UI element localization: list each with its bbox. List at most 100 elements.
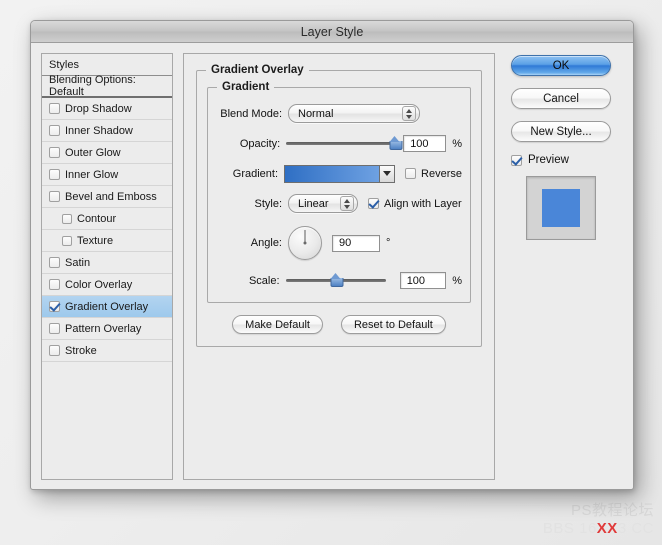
style-checkbox-inner-shadow[interactable] (49, 125, 60, 136)
chevron-updown-icon (340, 196, 354, 211)
styles-list-panel: Styles Blending Options: Default Drop Sh… (41, 53, 173, 480)
dialog-actions-column: OK Cancel New Style... Preview (505, 53, 617, 480)
gradient-dropdown-arrow[interactable] (379, 165, 395, 182)
gradient-preview-swatch[interactable] (285, 165, 380, 182)
gradient-row: Gradient: Reverse (216, 164, 462, 183)
blending-options-row[interactable]: Blending Options: Default (42, 74, 172, 98)
reverse-label: Reverse (421, 167, 462, 180)
opacity-row: Opacity: 100 % (216, 134, 462, 153)
style-row-label: Gradient Overlay (65, 300, 149, 313)
opacity-slider-track (286, 142, 396, 145)
scale-label: Scale: (248, 274, 280, 287)
default-buttons-row: Make Default Reset to Default (207, 315, 471, 334)
angle-value: 90 (339, 237, 352, 249)
opacity-value: 100 (410, 137, 429, 150)
reset-to-default-button[interactable]: Reset to Default (340, 315, 446, 334)
preview-checkbox-box[interactable] (511, 154, 522, 166)
style-row-drop-shadow[interactable]: Drop Shadow (42, 98, 172, 120)
style-row-stroke[interactable]: Stroke (42, 340, 172, 362)
opacity-input[interactable]: 100 (403, 135, 447, 152)
watermark-line-2-red: XX (596, 520, 618, 538)
gradient-label: Gradient: (232, 167, 279, 180)
ok-button[interactable]: OK (511, 55, 611, 76)
style-checkbox-texture[interactable] (62, 235, 72, 246)
style-checkbox-gradient-overlay[interactable] (49, 301, 60, 312)
style-row-satin[interactable]: Satin (42, 252, 172, 274)
styles-effect-rows: Drop Shadow Inner Shadow Outer Glow Inner G… (42, 98, 172, 362)
watermark: PS教程论坛 BBS 16XX3 CC (543, 502, 654, 540)
gradient-style-select[interactable]: Linear (288, 194, 358, 213)
make-default-button[interactable]: Make Default (232, 315, 323, 334)
page-title: Layer Style (300, 24, 364, 39)
blend-mode-row: Blend Mode: Normal (216, 104, 462, 123)
style-checkbox-bevel-and-emboss[interactable] (49, 191, 60, 202)
gradient-group-title: Gradient (217, 81, 275, 93)
style-checkbox-drop-shadow[interactable] (49, 103, 60, 114)
style-checkbox-satin[interactable] (49, 257, 60, 268)
preview-checkbox[interactable]: Preview (511, 154, 611, 166)
blend-mode-label: Blend Mode: (220, 107, 282, 120)
scale-slider[interactable] (285, 272, 386, 289)
styles-list-header[interactable]: Styles (42, 54, 172, 76)
opacity-slider-thumb[interactable] (389, 135, 403, 150)
opacity-slider[interactable] (286, 135, 403, 152)
opacity-label: Opacity: (239, 137, 281, 150)
style-row-label: Inner Shadow (65, 124, 133, 137)
angle-unit: ° (386, 237, 391, 249)
opacity-unit: % (452, 137, 462, 150)
style-row-color-overlay[interactable]: Color Overlay (42, 274, 172, 296)
scale-slider-thumb[interactable] (330, 272, 344, 287)
style-checkbox-pattern-overlay[interactable] (49, 323, 60, 334)
angle-dial[interactable] (288, 226, 322, 260)
style-row-label: Color Overlay (65, 278, 133, 291)
angle-dial-hub (303, 241, 307, 245)
style-checkbox-color-overlay[interactable] (49, 279, 60, 290)
style-checkbox-stroke[interactable] (49, 345, 60, 356)
gradient-overlay-group: Gradient Overlay Gradient Blend Mode: No… (196, 64, 482, 347)
gradient-group: Gradient Blend Mode: Normal Opacity: 100… (207, 81, 471, 303)
angle-input[interactable]: 90 (332, 234, 380, 252)
style-row-gradient-overlay[interactable]: Gradient Overlay (42, 296, 172, 318)
style-row-inner-glow[interactable]: Inner Glow (42, 164, 172, 186)
blending-options-label: Blending Options: Default (49, 74, 136, 98)
cancel-button[interactable]: Cancel (511, 88, 611, 109)
align-with-layer-checkbox[interactable]: Align with Layer (368, 198, 462, 210)
style-checkbox-inner-glow[interactable] (49, 169, 60, 180)
chevron-down-icon (383, 171, 392, 176)
style-row-label: Contour (77, 212, 117, 225)
new-style-button[interactable]: New Style... (511, 121, 611, 142)
gradient-overlay-options-panel: Gradient Overlay Gradient Blend Mode: No… (183, 53, 495, 480)
style-row-label: Satin (65, 256, 91, 269)
style-row-label: Texture (77, 234, 114, 247)
style-checkbox-outer-glow[interactable] (49, 147, 60, 158)
style-row-bevel-and-emboss[interactable]: Bevel and Emboss (42, 186, 172, 208)
scale-input[interactable]: 100 (399, 272, 447, 289)
blend-mode-value: Normal (298, 107, 334, 120)
style-row-contour[interactable]: Contour (42, 208, 172, 230)
watermark-line-2-suffix: 3 CC (617, 520, 654, 538)
dialog-body: Styles Blending Options: Default Drop Sh… (31, 43, 633, 489)
style-label: Style: (254, 197, 282, 210)
reverse-checkbox-box[interactable] (405, 168, 417, 179)
dialog-titlebar[interactable]: Layer Style (31, 21, 633, 43)
align-with-layer-checkbox-box[interactable] (368, 198, 379, 209)
scale-row: Scale: 100 % (216, 271, 462, 290)
gradient-picker[interactable] (284, 164, 396, 183)
reverse-checkbox[interactable]: Reverse (405, 168, 462, 180)
watermark-line-2-prefix: BBS 16 (542, 520, 597, 538)
style-row-pattern-overlay[interactable]: Pattern Overlay (42, 318, 172, 340)
angle-label: Angle: (250, 237, 282, 249)
style-checkbox-contour[interactable] (62, 213, 72, 224)
preview-square-shape (542, 189, 580, 227)
styles-header-label: Styles (49, 58, 79, 71)
preview-label: Preview (528, 154, 569, 166)
gradient-style-value: Linear (298, 197, 329, 210)
style-row-texture[interactable]: Texture (42, 230, 172, 252)
style-row-label: Inner Glow (65, 168, 119, 181)
style-row-inner-shadow[interactable]: Inner Shadow (42, 120, 172, 142)
align-with-layer-label: Align with Layer (384, 197, 462, 210)
gradient-overlay-group-title: Gradient Overlay (206, 64, 309, 76)
style-row-outer-glow[interactable]: Outer Glow (42, 142, 172, 164)
blend-mode-select[interactable]: Normal (288, 104, 420, 123)
scale-unit: % (452, 274, 462, 287)
